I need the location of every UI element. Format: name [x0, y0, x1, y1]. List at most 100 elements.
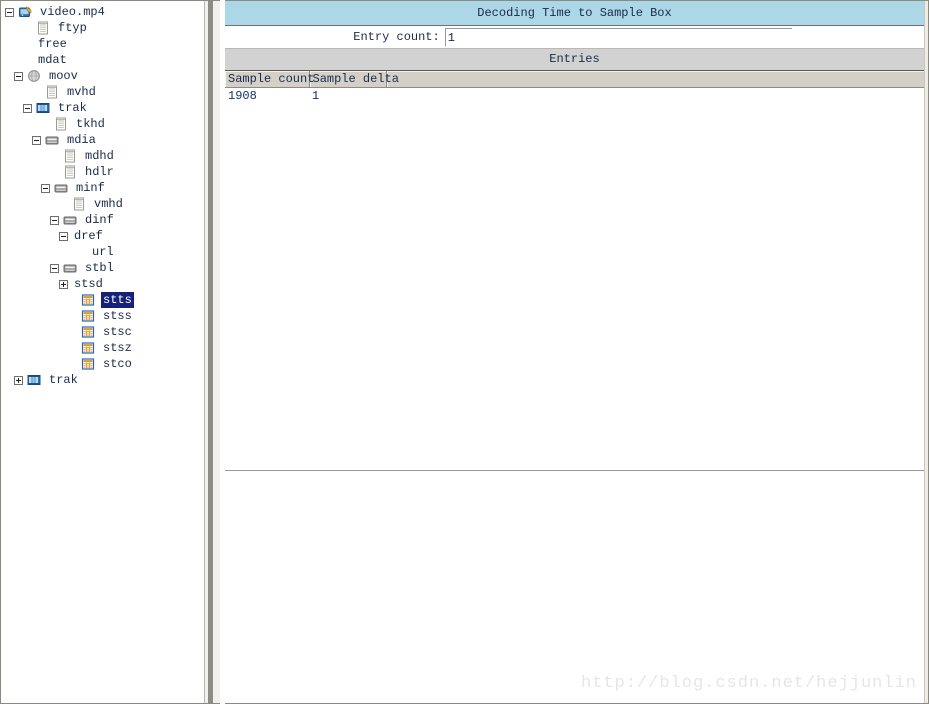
- application-window: video.mp4 ftyp free mdat moov mvhd trak tkhd mdi…: [0, 0, 929, 704]
- tree-node-label: free: [38, 37, 67, 51]
- document-icon: [54, 117, 71, 131]
- entry-count-row: Entry count:: [225, 26, 924, 49]
- box-title: Decoding Time to Sample Box: [225, 1, 924, 26]
- entries-table-container[interactable]: Sample count Sample delta 1908 1: [225, 70, 924, 470]
- tree-node-stsc[interactable]: stsc: [1, 324, 220, 340]
- film-strip-icon: [27, 373, 44, 387]
- tree-node-trak[interactable]: trak: [1, 372, 220, 388]
- tree-node-stsd[interactable]: stsd: [1, 276, 220, 292]
- tree-node-free[interactable]: free: [1, 36, 220, 52]
- collapse-minus-icon[interactable]: [32, 135, 41, 145]
- table-header-row: Sample count Sample delta: [225, 71, 924, 88]
- document-icon: [45, 85, 62, 99]
- tree-node-label: hdlr: [85, 165, 114, 179]
- collapse-minus-icon[interactable]: [41, 183, 50, 193]
- globe-icon: [27, 69, 44, 83]
- tree-node-stco[interactable]: stco: [1, 356, 220, 372]
- tree-node-hdlr[interactable]: hdlr: [1, 164, 220, 180]
- collapse-minus-icon[interactable]: [23, 103, 32, 113]
- collapse-minus-icon[interactable]: [50, 215, 59, 225]
- collapse-minus-icon[interactable]: [5, 7, 14, 17]
- box-tree-panel[interactable]: video.mp4 ftyp free mdat moov mvhd trak tkhd mdi…: [0, 0, 220, 704]
- container-icon: [63, 213, 80, 227]
- table-row[interactable]: 1908 1: [225, 87, 924, 104]
- document-icon: [72, 197, 89, 211]
- lower-empty-pane: http://blog.csdn.net/hejjunlin: [225, 471, 925, 703]
- expand-plus-icon[interactable]: [14, 375, 23, 385]
- tree-node-label: stss: [103, 309, 132, 323]
- tree-node-vmhd[interactable]: vmhd: [1, 196, 220, 212]
- tree-node-tkhd[interactable]: tkhd: [1, 116, 220, 132]
- tree-vertical-scrollbar[interactable]: [204, 1, 220, 703]
- entry-count-input[interactable]: [444, 28, 792, 46]
- table-cell[interactable]: 1: [309, 87, 386, 104]
- collapse-minus-icon[interactable]: [50, 263, 59, 273]
- container-icon: [54, 181, 71, 195]
- document-icon: [63, 165, 80, 179]
- collapse-minus-icon[interactable]: [59, 231, 68, 241]
- entries-table-body[interactable]: 1908 1: [225, 87, 924, 104]
- table-icon: [81, 325, 98, 339]
- tree-node-stbl[interactable]: stbl: [1, 260, 220, 276]
- tree-node-stsz[interactable]: stsz: [1, 340, 220, 356]
- tree-node-dref[interactable]: dref: [1, 228, 220, 244]
- tree-scrollbar-thumb[interactable]: [208, 1, 213, 703]
- column-header-filler[interactable]: [386, 71, 924, 88]
- tree-node-mvhd[interactable]: mvhd: [1, 84, 220, 100]
- expand-plus-icon[interactable]: [59, 279, 68, 289]
- box-tree[interactable]: video.mp4 ftyp free mdat moov mvhd trak tkhd mdi…: [1, 1, 220, 388]
- tree-node-moov[interactable]: moov: [1, 68, 220, 84]
- tree-node-stss[interactable]: stss: [1, 308, 220, 324]
- entries-table-head: Sample count Sample delta: [225, 71, 924, 88]
- table-icon: [81, 293, 98, 307]
- tree-node-mdia[interactable]: mdia: [1, 132, 220, 148]
- tree-node-label: mdat: [38, 53, 67, 67]
- tree-node-minf[interactable]: minf: [1, 180, 220, 196]
- tree-node-label: trak: [58, 101, 87, 115]
- detail-right-edge: [924, 1, 928, 703]
- watermark-text: http://blog.csdn.net/hejjunlin: [580, 674, 917, 693]
- table-cell[interactable]: [386, 87, 924, 104]
- tree-node-dinf[interactable]: dinf: [1, 212, 220, 228]
- box-detail-view: Decoding Time to Sample Box Entry count:…: [225, 1, 925, 471]
- tree-node-stts[interactable]: stts: [1, 292, 220, 308]
- column-header-sample-delta[interactable]: Sample delta: [309, 71, 399, 88]
- container-icon: [45, 133, 62, 147]
- tree-node-label: mdia: [67, 133, 96, 147]
- tree-node-label: mvhd: [67, 85, 96, 99]
- tree-node-ftyp[interactable]: ftyp: [1, 20, 220, 36]
- tree-node-video.mp4[interactable]: video.mp4: [1, 4, 220, 20]
- column-header-sample-count[interactable]: Sample count: [225, 71, 314, 88]
- collapse-minus-icon[interactable]: [14, 71, 23, 81]
- document-icon: [63, 149, 80, 163]
- tree-node-label: video.mp4: [40, 5, 105, 19]
- tree-node-label: url: [92, 245, 114, 259]
- table-icon: [81, 341, 98, 355]
- table-cell[interactable]: 1908: [225, 87, 309, 104]
- tree-node-trak[interactable]: trak: [1, 100, 220, 116]
- tree-node-mdat[interactable]: mdat: [1, 52, 220, 68]
- tree-node-label: stbl: [85, 261, 114, 275]
- tree-node-url[interactable]: url: [1, 244, 220, 260]
- document-icon: [36, 21, 53, 35]
- tree-node-mdhd[interactable]: mdhd: [1, 148, 220, 164]
- tree-node-label: stsz: [103, 341, 132, 355]
- entries-table[interactable]: Sample count Sample delta 1908 1: [225, 71, 924, 104]
